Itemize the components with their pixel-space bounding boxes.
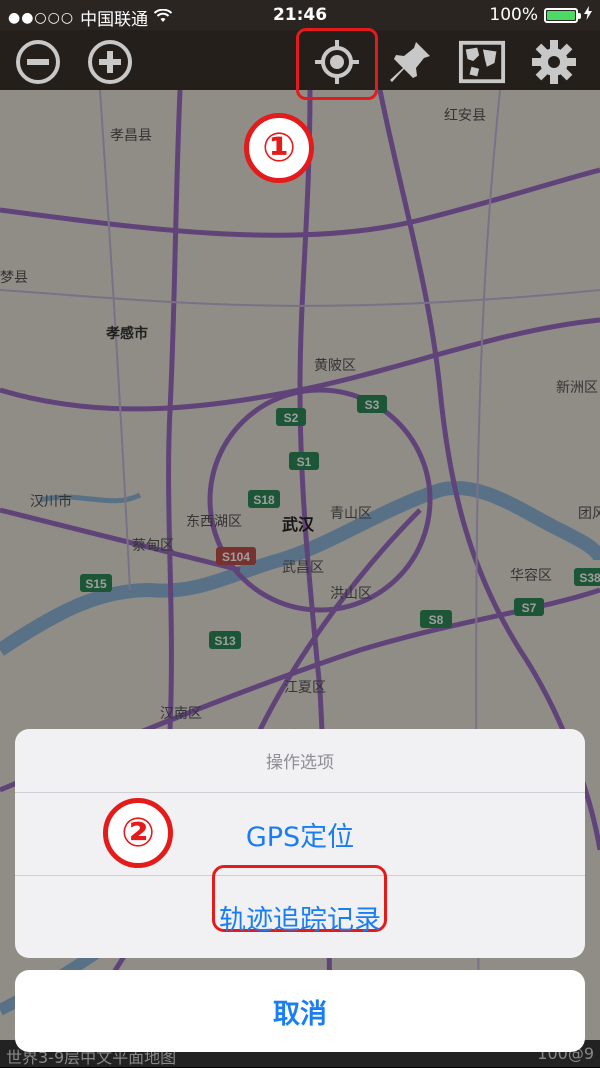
gps-locate-label: GPS定位 [245,821,355,853]
minus-icon [16,40,60,84]
action-sheet-title: 操作选项 [15,729,585,793]
map-icon [458,40,506,84]
track-record-option[interactable]: 轨迹追踪记录 [15,876,585,958]
annotation-badge-1: ① [244,113,314,183]
cancel-button[interactable]: 取消 [15,970,585,1052]
plus-icon [88,40,132,84]
gear-icon [532,40,576,84]
battery-percent: 100% [489,5,538,25]
status-right: 100% [489,5,592,25]
zoom-in-button[interactable] [86,38,134,86]
settings-button[interactable] [530,38,578,86]
zoom-out-button[interactable] [14,38,62,86]
charging-icon [584,5,592,25]
annotation-highlight-locate [296,28,378,100]
map-layer-button[interactable] [458,38,506,86]
battery-icon [544,7,581,23]
gps-locate-option[interactable]: GPS定位 ② [15,793,585,932]
track-record-label: 轨迹追踪记录 [219,905,381,936]
action-sheet: 操作选项 GPS定位 ② 轨迹追踪记录 [15,729,585,958]
pin-button[interactable] [386,38,434,86]
status-bar: ●●○○○ 中国联通 21:46 100% [0,0,600,30]
cancel-label: 取消 [273,998,327,1030]
pushpin-icon [390,42,430,82]
annotation-badge-2: ② [103,798,173,868]
